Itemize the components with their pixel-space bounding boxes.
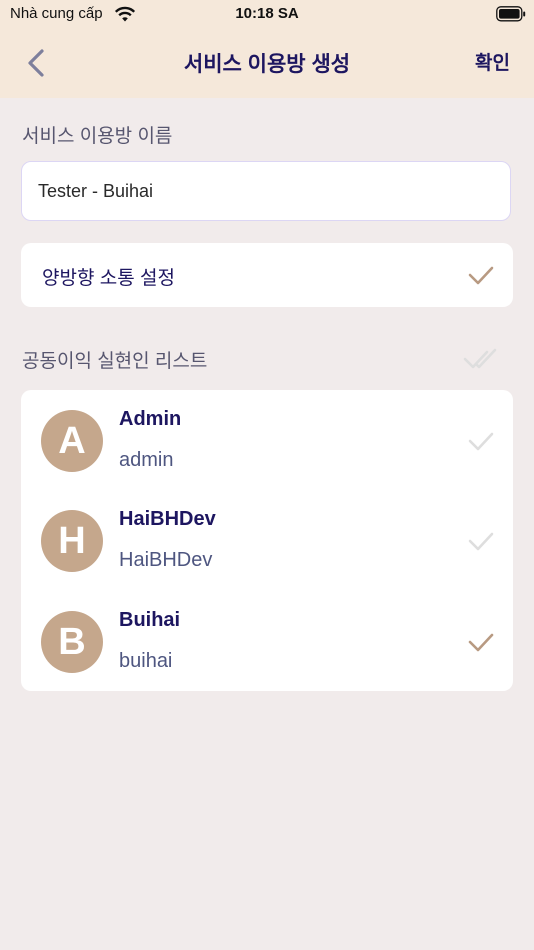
- clock: 10:18 SA: [235, 5, 299, 22]
- avatar: B: [41, 611, 103, 673]
- room-name-input[interactable]: [21, 161, 511, 221]
- member-username: admin: [119, 449, 174, 471]
- room-name-label: 서비스 이용방 이름: [22, 126, 173, 147]
- status-bar: Nhà cung cấp 10:18 SA: [0, 0, 534, 28]
- avatar: H: [41, 510, 103, 572]
- checkmark-icon[interactable]: [467, 631, 495, 653]
- members-section-label: 공동이익 실현인 리스트: [22, 351, 208, 372]
- members-list: A Admin admin H HaiBHDev HaiBHDev B Buih…: [21, 390, 513, 691]
- checkmark-icon[interactable]: [467, 264, 495, 286]
- member-username: HaiBHDev: [119, 549, 213, 571]
- two-way-label: 양방향 소통 설정: [42, 268, 175, 289]
- select-all-double-check-icon[interactable]: [462, 346, 502, 372]
- page-title: 서비스 이용방 생성: [183, 53, 351, 76]
- member-username: buihai: [119, 650, 173, 672]
- two-way-toggle-row[interactable]: 양방향 소통 설정: [21, 243, 513, 307]
- checkmark-icon[interactable]: [467, 430, 495, 452]
- member-row-admin[interactable]: A Admin admin: [21, 390, 513, 490]
- battery-icon: [496, 6, 526, 22]
- member-row-buihai[interactable]: B Buihai buihai: [21, 591, 513, 691]
- member-name: Admin: [119, 408, 182, 430]
- member-name: HaiBHDev: [119, 508, 216, 530]
- nav-bar: 서비스 이용방 생성 확인: [0, 28, 534, 98]
- member-row-haibhdev[interactable]: H HaiBHDev HaiBHDev: [21, 490, 513, 590]
- confirm-button[interactable]: 확인: [475, 48, 510, 75]
- member-name: Buihai: [119, 609, 181, 631]
- checkmark-icon[interactable]: [467, 530, 495, 552]
- avatar: A: [41, 410, 103, 472]
